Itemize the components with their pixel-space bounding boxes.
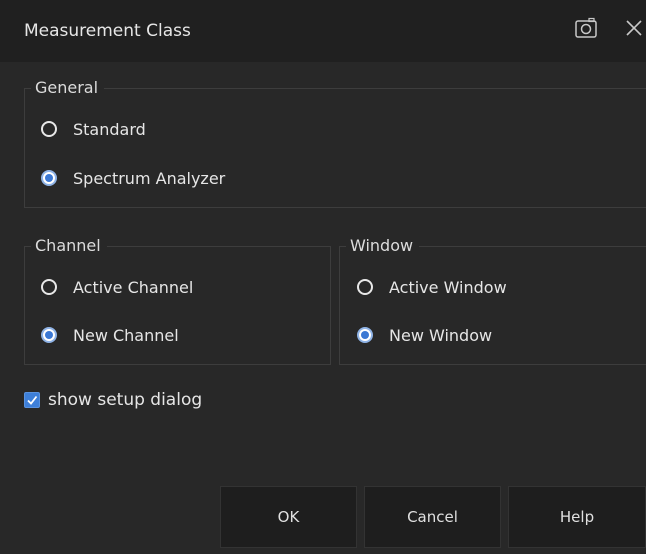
radio-new-window-indicator[interactable]: [357, 327, 373, 343]
screenshot-button[interactable]: [574, 17, 604, 45]
radio-new-channel-indicator[interactable]: [41, 327, 57, 343]
radio-active-window-label: Active Window: [389, 277, 507, 297]
show-setup-dialog-checkbox[interactable]: show setup dialog: [24, 387, 202, 413]
help-button[interactable]: Help: [508, 486, 646, 548]
radio-active-channel[interactable]: Active Channel: [41, 274, 193, 300]
radio-standard[interactable]: Standard: [41, 116, 146, 142]
measurement-class-dialog: Measurement Class General Standard Spect…: [0, 0, 646, 554]
general-group-title: General: [31, 77, 105, 99]
channel-group: Channel Active Channel New Channel: [24, 235, 331, 365]
window-group: Window Active Window New Window: [339, 235, 646, 365]
show-setup-dialog-label: show setup dialog: [48, 390, 203, 410]
radio-new-channel[interactable]: New Channel: [41, 322, 179, 348]
general-group: General Standard Spectrum Analyzer: [24, 77, 646, 208]
dialog-title: Measurement Class: [24, 21, 191, 41]
radio-active-window[interactable]: Active Window: [357, 274, 507, 300]
close-button[interactable]: [624, 17, 646, 45]
show-setup-dialog-checkbox-box[interactable]: [24, 392, 40, 408]
checkmark-icon: [27, 395, 38, 405]
radio-new-window[interactable]: New Window: [357, 322, 492, 348]
window-group-title: Window: [346, 235, 420, 257]
channel-group-title: Channel: [31, 235, 107, 257]
radio-spectrum-analyzer-indicator[interactable]: [41, 170, 57, 186]
radio-new-window-label: New Window: [389, 325, 493, 345]
radio-standard-indicator[interactable]: [41, 121, 57, 137]
title-bar: Measurement Class: [0, 0, 646, 62]
cancel-button[interactable]: Cancel: [364, 486, 501, 548]
ok-button[interactable]: OK: [220, 486, 357, 548]
radio-active-channel-indicator[interactable]: [41, 279, 57, 295]
camera-icon: [574, 17, 598, 43]
radio-spectrum-analyzer-label: Spectrum Analyzer: [73, 168, 226, 188]
radio-active-window-indicator[interactable]: [357, 279, 373, 295]
close-icon: [624, 20, 644, 43]
radio-standard-label: Standard: [73, 119, 146, 139]
radio-spectrum-analyzer[interactable]: Spectrum Analyzer: [41, 165, 225, 191]
radio-active-channel-label: Active Channel: [73, 277, 194, 297]
radio-new-channel-label: New Channel: [73, 325, 179, 345]
